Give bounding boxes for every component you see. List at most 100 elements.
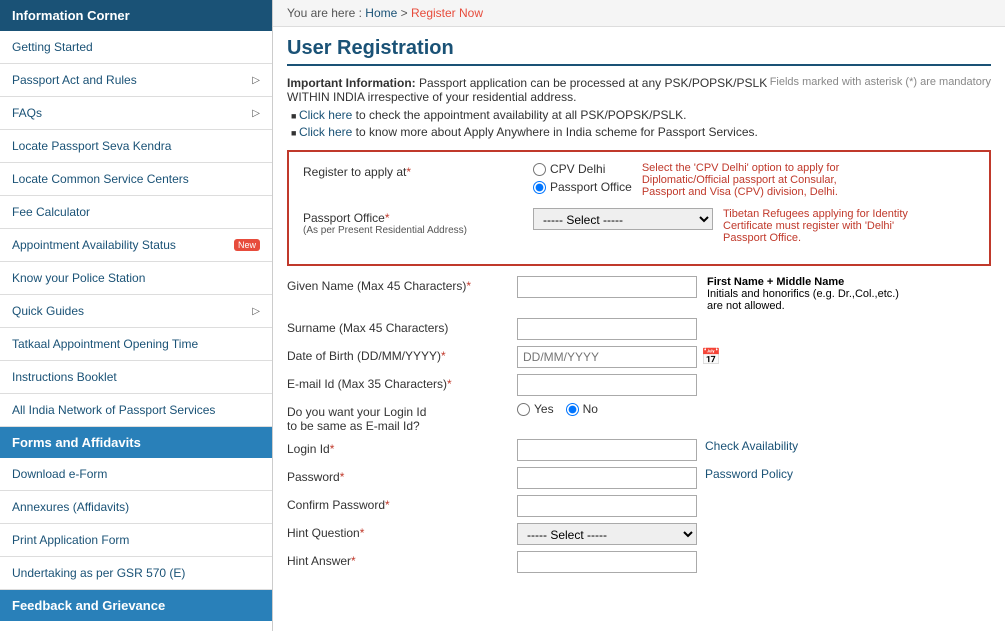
email-row: E-mail Id (Max 35 Characters)*	[287, 374, 991, 396]
info-block: Fields marked with asterisk (*) are mand…	[287, 76, 991, 142]
passport-office-select[interactable]: ----- Select -----	[533, 208, 713, 230]
password-label: Password*	[287, 467, 517, 484]
login-id-label: Login Id*	[287, 439, 517, 456]
sidebar-item-label: Passport Act and Rules	[12, 73, 137, 87]
req-asterisk: *	[385, 211, 390, 225]
surname-row: Surname (Max 45 Characters)	[287, 318, 991, 340]
email-label: E-mail Id (Max 35 Characters)*	[287, 374, 517, 391]
check-availability-link[interactable]: Check Availability	[705, 439, 798, 453]
passport-office-option[interactable]: Passport Office	[533, 180, 632, 194]
chevron-right-icon: ▷	[252, 108, 260, 119]
cpv-radio[interactable]	[533, 163, 546, 176]
mandatory-note: Fields marked with asterisk (*) are mand…	[770, 76, 991, 88]
req-asterisk: *	[447, 377, 452, 391]
passport-office-select-container: ----- Select -----	[533, 208, 713, 230]
dob-input[interactable]	[517, 346, 697, 368]
important-label: Important Information:	[287, 76, 416, 90]
hint-answer-input[interactable]	[517, 551, 697, 573]
passport-office-sublabel: (As per Present Residential Address)	[303, 225, 533, 236]
cpv-delhi-label: CPV Delhi	[550, 162, 605, 176]
sidebar-item-appointment-status[interactable]: Appointment Availability Status New	[0, 229, 272, 262]
sidebar-header: Information Corner	[0, 0, 272, 31]
cpv-side-note: Select the 'CPV Delhi' option to apply f…	[642, 162, 842, 198]
login-yes-option[interactable]: Yes	[517, 402, 554, 416]
login-same-row: Do you want your Login Id to be same as …	[287, 402, 991, 433]
given-name-note: First Name + Middle Name Initials and ho…	[707, 276, 907, 312]
hint-answer-row: Hint Answer*	[287, 551, 991, 573]
dob-input-group: 📅	[517, 346, 721, 368]
hint-answer-label: Hint Answer*	[287, 551, 517, 568]
login-yes-label: Yes	[534, 402, 554, 416]
sidebar-item-label: Tatkaal Appointment Opening Time	[12, 337, 198, 351]
req-asterisk: *	[406, 165, 411, 179]
passport-office-field-label: Passport Office* (As per Present Residen…	[303, 208, 533, 236]
feedback-section-header: Feedback and Grievance	[0, 590, 272, 621]
confirm-password-label: Confirm Password*	[287, 495, 517, 512]
sidebar-item-label: Print Application Form	[12, 533, 129, 547]
password-row: Password* Password Policy	[287, 467, 991, 489]
login-no-option[interactable]: No	[566, 402, 598, 416]
confirm-password-input[interactable]	[517, 495, 697, 517]
sidebar-item-ainps[interactable]: All India Network of Passport Services	[0, 394, 272, 427]
register-apply-options: CPV Delhi Passport Office	[533, 162, 632, 194]
given-name-label: Given Name (Max 45 Characters)*	[287, 276, 517, 293]
info-list: Click here to check the appointment avai…	[287, 108, 991, 139]
sidebar-item-quick-guides[interactable]: Quick Guides ▷	[0, 295, 272, 328]
login-yes-radio[interactable]	[517, 403, 530, 416]
forms-section-header: Forms and Affidavits	[0, 427, 272, 458]
register-apply-row: Register to apply at* CPV Delhi Passport…	[303, 162, 975, 198]
sidebar-item-download-eform[interactable]: Download e-Form	[0, 458, 272, 491]
given-name-input[interactable]	[517, 276, 697, 298]
hint-question-select[interactable]: ----- Select -----	[517, 523, 697, 545]
click-here-link-2[interactable]: Click here	[299, 125, 352, 139]
req-asterisk: *	[385, 498, 390, 512]
registration-box: Register to apply at* CPV Delhi Passport…	[287, 150, 991, 266]
req-asterisk: *	[351, 554, 356, 568]
sidebar-item-tatkaal[interactable]: Tatkaal Appointment Opening Time	[0, 328, 272, 361]
req-asterisk: *	[466, 279, 471, 293]
sidebar-item-faqs[interactable]: FAQs ▷	[0, 97, 272, 130]
sidebar-item-undertaking[interactable]: Undertaking as per GSR 570 (E)	[0, 557, 272, 590]
info-list-item: Click here to check the appointment avai…	[291, 108, 991, 122]
req-asterisk: *	[330, 442, 335, 456]
calendar-icon[interactable]: 📅	[701, 347, 721, 367]
new-badge: New	[234, 239, 260, 251]
password-policy-link[interactable]: Password Policy	[705, 467, 793, 481]
main-content: You are here : Home > Register Now User …	[273, 0, 1005, 631]
sidebar-item-fee-calculator[interactable]: Fee Calculator	[0, 196, 272, 229]
hint-question-row: Hint Question* ----- Select -----	[287, 523, 991, 545]
form-fields: Given Name (Max 45 Characters)* First Na…	[287, 276, 991, 573]
passport-office-row: Passport Office* (As per Present Residen…	[303, 208, 975, 244]
sidebar-item-label: All India Network of Passport Services	[12, 403, 215, 417]
page-title: User Registration	[287, 37, 991, 66]
login-id-input[interactable]	[517, 439, 697, 461]
sidebar-item-instructions[interactable]: Instructions Booklet	[0, 361, 272, 394]
chevron-right-icon: ▷	[252, 75, 260, 86]
breadcrumb-current: Register Now	[411, 6, 483, 20]
login-no-radio[interactable]	[566, 403, 579, 416]
register-apply-label: Register to apply at*	[303, 162, 533, 179]
breadcrumb: You are here : Home > Register Now	[273, 0, 1005, 27]
sidebar-item-label: FAQs	[12, 106, 42, 120]
sidebar-item-police-station[interactable]: Know your Police Station	[0, 262, 272, 295]
login-id-row: Login Id* Check Availability	[287, 439, 991, 461]
req-asterisk: *	[360, 526, 365, 540]
password-input[interactable]	[517, 467, 697, 489]
sidebar-item-label: Download e-Form	[12, 467, 107, 481]
sidebar-item-annexures[interactable]: Annexures (Affidavits)	[0, 491, 272, 524]
sidebar-item-locate-psk[interactable]: Locate Passport Seva Kendra	[0, 130, 272, 163]
sidebar-item-print-form[interactable]: Print Application Form	[0, 524, 272, 557]
sidebar-item-locate-csc[interactable]: Locate Common Service Centers	[0, 163, 272, 196]
breadcrumb-home-link[interactable]: Home	[365, 6, 397, 20]
sidebar-item-label: Locate Passport Seva Kendra	[12, 139, 171, 153]
sidebar-item-label: Locate Common Service Centers	[12, 172, 189, 186]
surname-input[interactable]	[517, 318, 697, 340]
passport-radio[interactable]	[533, 181, 546, 194]
email-input[interactable]	[517, 374, 697, 396]
sidebar-item-getting-started[interactable]: Getting Started	[0, 31, 272, 64]
sidebar-item-passport-act[interactable]: Passport Act and Rules ▷	[0, 64, 272, 97]
click-here-link-1[interactable]: Click here	[299, 108, 352, 122]
passport-office-note: Tibetan Refugees applying for Identity C…	[723, 208, 923, 244]
cpv-delhi-option[interactable]: CPV Delhi	[533, 162, 632, 176]
sidebar-item-label: Undertaking as per GSR 570 (E)	[12, 566, 185, 580]
